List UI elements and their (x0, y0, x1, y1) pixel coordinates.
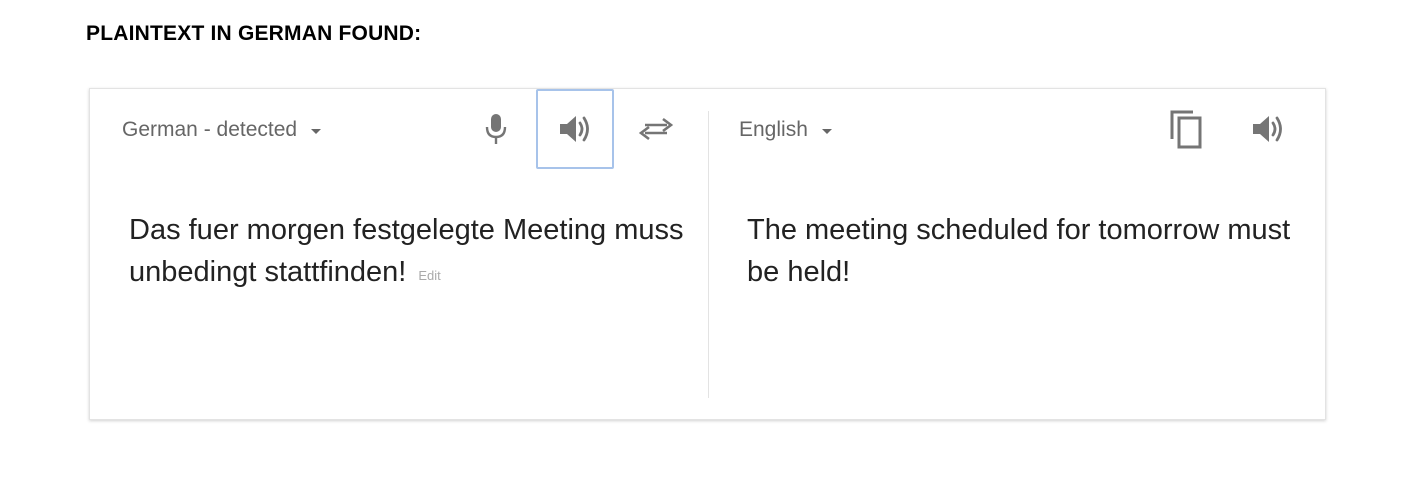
translate-panel: German - detected English Das fuer morge… (89, 88, 1326, 420)
copy-translation-button[interactable] (1148, 89, 1224, 169)
target-language-select[interactable]: English (739, 118, 832, 142)
source-text-content: Das fuer morgen festgelegte Meeting muss… (129, 214, 684, 288)
microphone-icon (485, 114, 507, 144)
swap-languages-button[interactable] (618, 89, 694, 169)
source-language-label: German - detected (122, 118, 298, 141)
chevron-down-icon (821, 128, 832, 134)
chevron-down-icon (311, 128, 322, 134)
target-listen-button[interactable] (1230, 89, 1306, 169)
source-text[interactable]: Das fuer morgen festgelegte Meeting muss… (129, 209, 689, 297)
speaker-icon (560, 116, 589, 142)
swap-languages-icon (638, 117, 674, 141)
translated-text: The meeting scheduled for tomorrow must … (747, 214, 1291, 288)
source-listen-button[interactable] (536, 89, 614, 169)
source-language-select[interactable]: German - detected (122, 118, 322, 142)
edit-link[interactable]: Edit (418, 268, 440, 283)
panel-divider (708, 111, 709, 398)
target-language-label: English (739, 118, 808, 141)
microphone-button[interactable] (460, 89, 532, 169)
speaker-icon (1253, 116, 1282, 142)
copy-icon (1170, 110, 1202, 149)
page-heading: PLAINTEXT IN GERMAN FOUND: (86, 22, 422, 45)
